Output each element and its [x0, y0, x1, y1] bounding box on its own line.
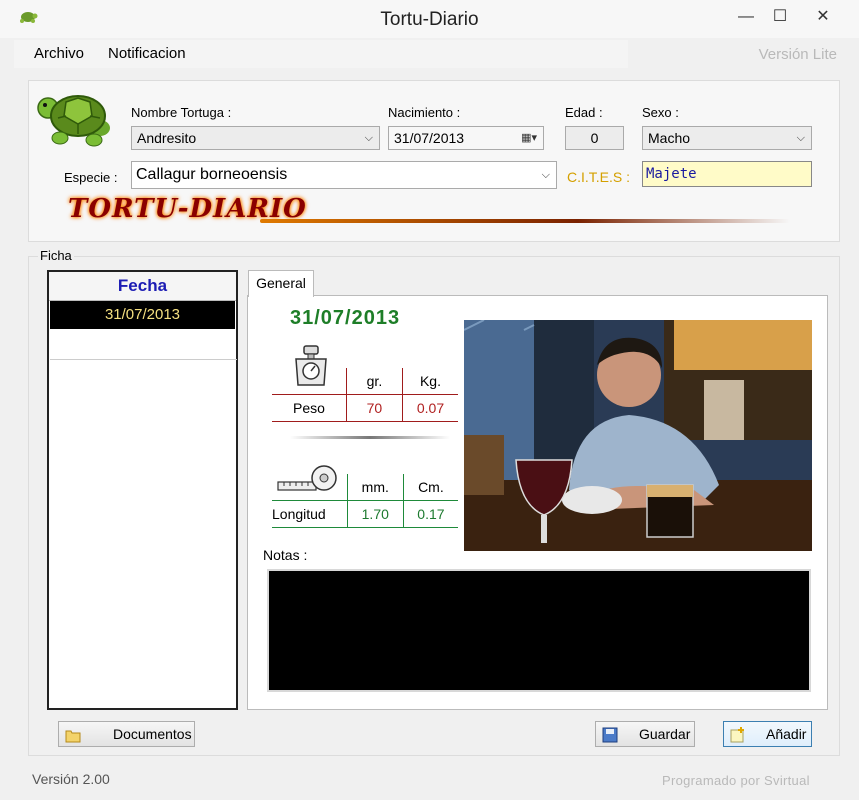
- divider: [290, 436, 450, 439]
- nacimiento-label: Nacimiento :: [388, 105, 461, 120]
- list-item[interactable]: 31/07/2013: [50, 301, 235, 329]
- menu-bar: [14, 40, 628, 68]
- anadir-button[interactable]: Añadir: [723, 721, 812, 747]
- longitud-col-mm: mm.: [346, 474, 404, 501]
- nombre-select[interactable]: Andresito ⌵: [131, 126, 380, 150]
- add-icon: [730, 726, 744, 743]
- longitud-label: Longitud: [272, 500, 348, 528]
- empty-list-row: [50, 331, 237, 360]
- record-date: 31/07/2013: [290, 307, 401, 329]
- turtle-photo[interactable]: [464, 320, 812, 551]
- documentos-label: Documentos: [113, 726, 192, 742]
- date-list[interactable]: Fecha 31/07/2013: [47, 270, 238, 710]
- menu-archivo[interactable]: Archivo: [34, 45, 84, 62]
- credit-label: Programado por Svirtual: [662, 773, 810, 788]
- sexo-value: Macho: [648, 130, 691, 146]
- calendar-icon[interactable]: ▦▾: [521, 127, 537, 149]
- save-icon: [602, 726, 618, 743]
- chevron-down-icon: ⌵: [796, 132, 805, 144]
- guardar-button[interactable]: Guardar: [595, 721, 695, 747]
- peso-col-kg: Kg.: [401, 368, 458, 395]
- longitud-table: mm. Cm. Longitud 1.70 0.17: [272, 474, 458, 528]
- cites-input[interactable]: Majete: [642, 161, 812, 187]
- menu-notificacion[interactable]: Notificacion: [108, 45, 186, 62]
- notas-textarea[interactable]: [267, 569, 811, 692]
- nombre-label: Nombre Tortuga :: [131, 105, 232, 120]
- chevron-down-icon: ⌵: [364, 132, 373, 144]
- peso-label: Peso: [272, 394, 347, 422]
- peso-col-gr: gr.: [345, 368, 403, 395]
- date-list-header[interactable]: Fecha: [49, 272, 236, 301]
- edad-label: Edad :: [565, 105, 603, 120]
- peso-gr-value: 70: [345, 394, 403, 422]
- especie-value: Callagur borneoensis: [136, 166, 288, 183]
- turtle-logo-icon: [36, 88, 116, 148]
- longitud-mm-value: 1.70: [346, 500, 404, 528]
- notas-label: Notas :: [263, 547, 308, 563]
- peso-kg-value: 0.07: [401, 394, 458, 422]
- ficha-label: Ficha: [38, 248, 74, 263]
- peso-table: gr. Kg. Peso 70 0.07: [272, 368, 458, 422]
- nacimiento-datepicker[interactable]: 31/07/2013 ▦▾: [388, 126, 544, 150]
- edad-field: 0: [565, 126, 624, 150]
- edition-label: Versión Lite: [758, 46, 837, 63]
- version-label: Versión 2.00: [32, 771, 110, 787]
- sexo-select[interactable]: Macho ⌵: [642, 126, 812, 150]
- documentos-button[interactable]: Documentos: [58, 721, 195, 747]
- logo-underline: [260, 219, 790, 223]
- nombre-value: Andresito: [137, 130, 197, 146]
- maximize-button[interactable]: ☐: [762, 4, 798, 30]
- guardar-label: Guardar: [639, 726, 691, 742]
- longitud-cm-value: 0.17: [402, 500, 458, 528]
- sexo-label: Sexo :: [642, 105, 679, 120]
- folder-icon: [65, 726, 81, 743]
- tab-general[interactable]: General: [248, 270, 314, 297]
- chevron-down-icon: ⌵: [541, 169, 550, 181]
- cites-label: C.I.T.E.S :: [567, 169, 631, 185]
- especie-select[interactable]: Callagur borneoensis ⌵: [131, 161, 557, 189]
- longitud-col-cm: Cm.: [402, 474, 458, 501]
- nacimiento-value: 31/07/2013: [394, 130, 465, 146]
- especie-label: Especie :: [64, 170, 118, 185]
- close-button[interactable]: ✕: [805, 4, 841, 30]
- anadir-label: Añadir: [766, 726, 807, 742]
- minimize-button[interactable]: —: [728, 4, 764, 30]
